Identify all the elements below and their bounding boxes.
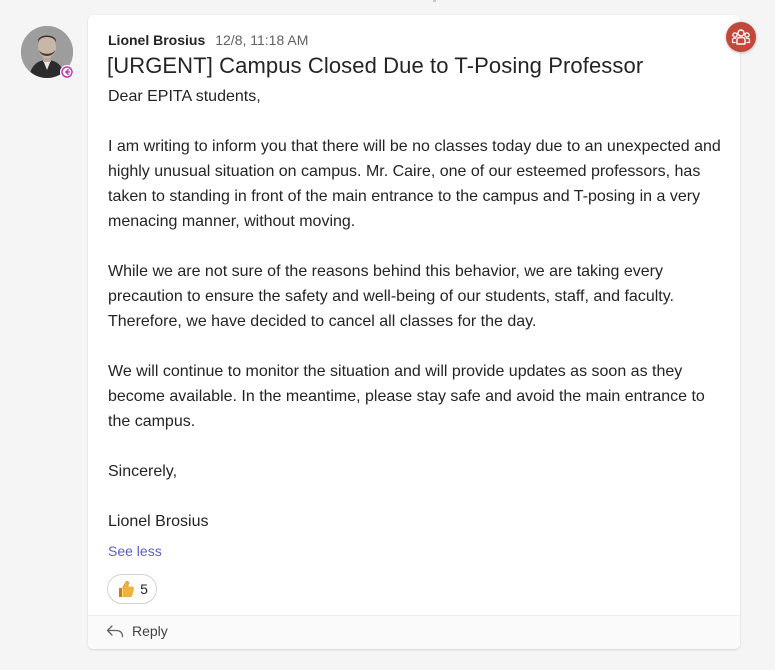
reply-arrow-icon (106, 625, 124, 638)
body-paragraph-1: I am writing to inform you that there wi… (108, 138, 721, 230)
body-paragraph-3: We will continue to monitor the situatio… (108, 363, 705, 430)
thumbs-up-icon (119, 580, 135, 597)
message-body: Dear EPITA students, I am writing to inf… (108, 84, 730, 559)
message-timestamp: 12/8, 11:18 AM (215, 32, 309, 48)
message-title: [URGENT] Campus Closed Due to T-Posing P… (107, 53, 644, 78)
signature-paragraph: Lionel Brosius (108, 513, 209, 530)
presence-away-icon (60, 65, 74, 79)
author-name[interactable]: Lionel Brosius (108, 32, 205, 48)
greeting-paragraph: Dear EPITA students, (108, 88, 261, 105)
message-header: Lionel Brosius 12/8, 11:18 AM (108, 32, 308, 48)
reply-label: Reply (132, 623, 168, 639)
body-paragraph-2: While we are not sure of the reasons beh… (108, 263, 674, 330)
see-less-link[interactable]: See less (108, 543, 162, 559)
group-people-icon[interactable] (726, 22, 756, 52)
author-avatar[interactable] (21, 26, 75, 80)
scroll-tick (433, 0, 436, 2)
reply-bar: Reply (88, 616, 740, 649)
teams-conversation: Lionel Brosius 12/8, 11:18 AM [URGENT] Ca… (0, 0, 775, 670)
closing-paragraph: Sincerely, (108, 463, 178, 480)
reaction-count: 5 (140, 581, 148, 597)
thumbs-up-reaction[interactable]: 5 (107, 574, 157, 604)
message-card[interactable]: Lionel Brosius 12/8, 11:18 AM [URGENT] Ca… (88, 15, 740, 649)
reply-button[interactable]: Reply (106, 623, 168, 639)
